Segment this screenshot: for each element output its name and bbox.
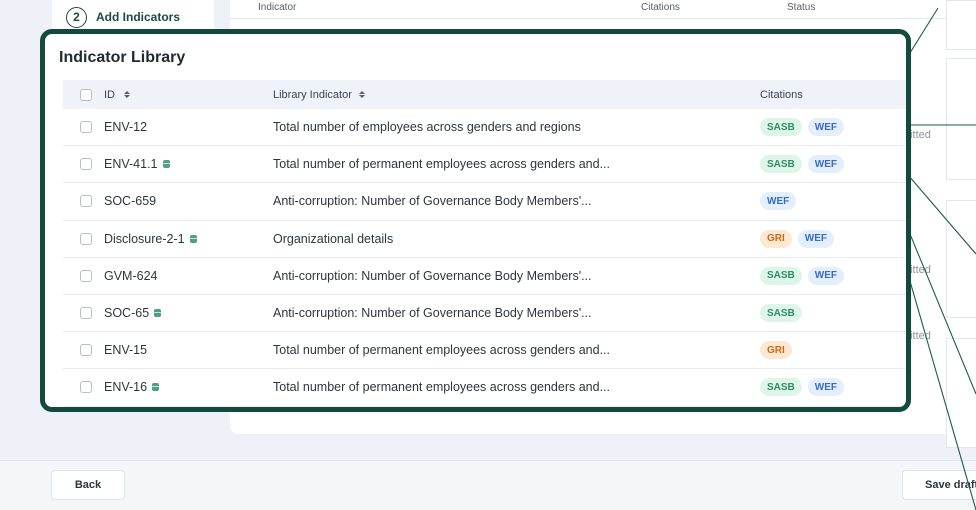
library-table-header: ID Library Indicator Citations — [63, 80, 906, 109]
indicator-id: SOC-659 — [104, 194, 157, 209]
library-indicator-text: Total number of permanent employees acro… — [273, 157, 610, 172]
indicator-id-cell: ENV-15 — [104, 343, 147, 357]
column-header-id-label: ID — [104, 88, 115, 101]
citation-badge-sasb: SASB — [760, 304, 802, 323]
citation-badge-wef: WEF — [760, 192, 797, 211]
header-indicator: Indicator — [258, 2, 297, 13]
wizard-footer — [0, 460, 976, 510]
divider — [230, 18, 976, 19]
row-checkbox[interactable] — [80, 269, 92, 282]
column-header-indicator[interactable]: Library Indicator — [273, 89, 365, 101]
indicator-id: Disclosure-2-1 — [104, 231, 185, 246]
save-draft-button[interactable]: Save draft — [902, 470, 976, 500]
column-header-citations: Citations — [760, 88, 803, 101]
library-indicator-text: Anti-corruption: Number of Governance Bo… — [273, 268, 592, 283]
row-checkbox[interactable] — [80, 381, 92, 394]
citation-badge-wef: WEF — [807, 378, 845, 397]
side-card — [946, 338, 976, 448]
indicator-id-cell: SOC-659 — [104, 194, 156, 208]
library-title: Indicator Library — [59, 49, 186, 66]
library-indicator-text: Anti-corruption: Number of Governance Bo… — [273, 194, 592, 209]
database-stack-icon — [152, 383, 160, 392]
table-row[interactable]: ENV-16 Total number of permanent employee… — [63, 369, 906, 407]
row-checkbox[interactable] — [80, 158, 92, 171]
column-header-indicator-label: Library Indicator — [273, 88, 352, 101]
citation-badge-wef: WEF — [807, 118, 845, 137]
row-checkbox[interactable] — [80, 232, 92, 245]
indicator-id: GVM-624 — [104, 268, 158, 283]
side-card — [946, 200, 976, 318]
database-stack-icon — [189, 234, 197, 243]
database-stack-icon — [162, 160, 170, 169]
sort-icon[interactable] — [358, 91, 365, 99]
library-indicator-text: Total number of permanent employees acro… — [273, 343, 610, 358]
sort-icon[interactable] — [124, 91, 130, 98]
library-rows: ENV-12 Total number of employees across g… — [63, 109, 906, 407]
column-header-id[interactable]: ID — [104, 89, 130, 101]
citation-badge-sasb: SASB — [760, 155, 802, 174]
table-row[interactable]: GVM-624 Anti-corruption: Number of Govern… — [63, 258, 906, 295]
library-indicator-text: Organizational details — [273, 231, 394, 246]
indicator-id-cell: Disclosure-2-1 — [104, 232, 197, 246]
citation-badge-gri: GRI — [760, 229, 792, 248]
indicator-id-cell: GVM-624 — [104, 269, 158, 283]
row-checkbox[interactable] — [80, 344, 92, 357]
citations-cell: SASB WEF — [760, 118, 845, 137]
indicator-id: ENV-16 — [104, 380, 148, 395]
citation-badge-sasb: SASB — [760, 266, 802, 285]
header-citations: Citations — [641, 2, 680, 13]
citations-cell: WEF — [760, 192, 797, 211]
indicator-id-cell: ENV-12 — [104, 120, 147, 134]
indicator-id: ENV-15 — [104, 343, 148, 358]
row-checkbox[interactable] — [80, 307, 92, 320]
indicator-id-cell: SOC-65 — [104, 306, 162, 321]
citations-cell: GRI WEF — [760, 229, 834, 248]
citation-badge-wef: WEF — [807, 155, 845, 174]
library-indicator-text: Total number of employees across genders… — [273, 120, 581, 135]
library-table: ID Library Indicator Citations ENV-12 Tot… — [63, 80, 906, 407]
database-stack-icon — [154, 309, 162, 318]
side-card — [946, 58, 976, 180]
side-card — [946, 0, 976, 50]
citation-badge-sasb: SASB — [760, 118, 802, 137]
select-all-checkbox[interactable] — [80, 88, 92, 101]
citations-cell: SASB WEF — [760, 266, 845, 285]
citations-cell: SASB WEF — [760, 155, 845, 174]
indicator-id-cell: ENV-41.1 — [104, 157, 170, 171]
citations-cell: SASB — [760, 304, 802, 323]
selected-indicators-header: Indicator Citations Status — [230, 0, 976, 18]
back-button[interactable]: Back — [51, 470, 125, 500]
row-checkbox[interactable] — [80, 121, 92, 134]
library-indicator-text: Anti-corruption: Number of Governance Bo… — [273, 306, 592, 321]
table-row[interactable]: SOC-659 Anti-corruption: Number of Govern… — [63, 183, 906, 221]
citations-cell: SASB WEF — [760, 378, 845, 397]
indicator-id: SOC-65 — [104, 306, 150, 321]
citations-cell: GRI — [760, 341, 792, 360]
citation-badge-wef: WEF — [807, 266, 845, 285]
table-row[interactable]: Disclosure-2-1 Organizational details GRI W… — [63, 221, 906, 258]
citation-badge-sasb: SASB — [760, 378, 802, 397]
library-indicator-text: Total number of permanent employees acro… — [273, 380, 610, 395]
step-number-badge: 2 — [66, 6, 87, 28]
citation-badge-gri: GRI — [760, 341, 792, 360]
indicator-library-card: Indicator Library ID Library Indicator C… — [40, 29, 911, 412]
row-checkbox[interactable] — [80, 195, 92, 208]
citation-badge-wef: WEF — [797, 229, 834, 248]
table-row[interactable]: SOC-65 Anti-corruption: Number of Governa… — [63, 295, 906, 333]
step-label: Add Indicators — [96, 10, 181, 24]
indicator-id-cell: ENV-16 — [104, 380, 160, 395]
header-status: Status — [787, 2, 816, 13]
table-row[interactable]: ENV-41.1 Total number of permanent employ… — [63, 146, 906, 184]
indicator-id: ENV-12 — [104, 120, 148, 135]
indicator-id: ENV-41.1 — [104, 157, 158, 172]
table-row[interactable]: ENV-12 Total number of employees across g… — [63, 109, 906, 147]
table-row[interactable]: ENV-15 Total number of permanent employee… — [63, 332, 906, 370]
